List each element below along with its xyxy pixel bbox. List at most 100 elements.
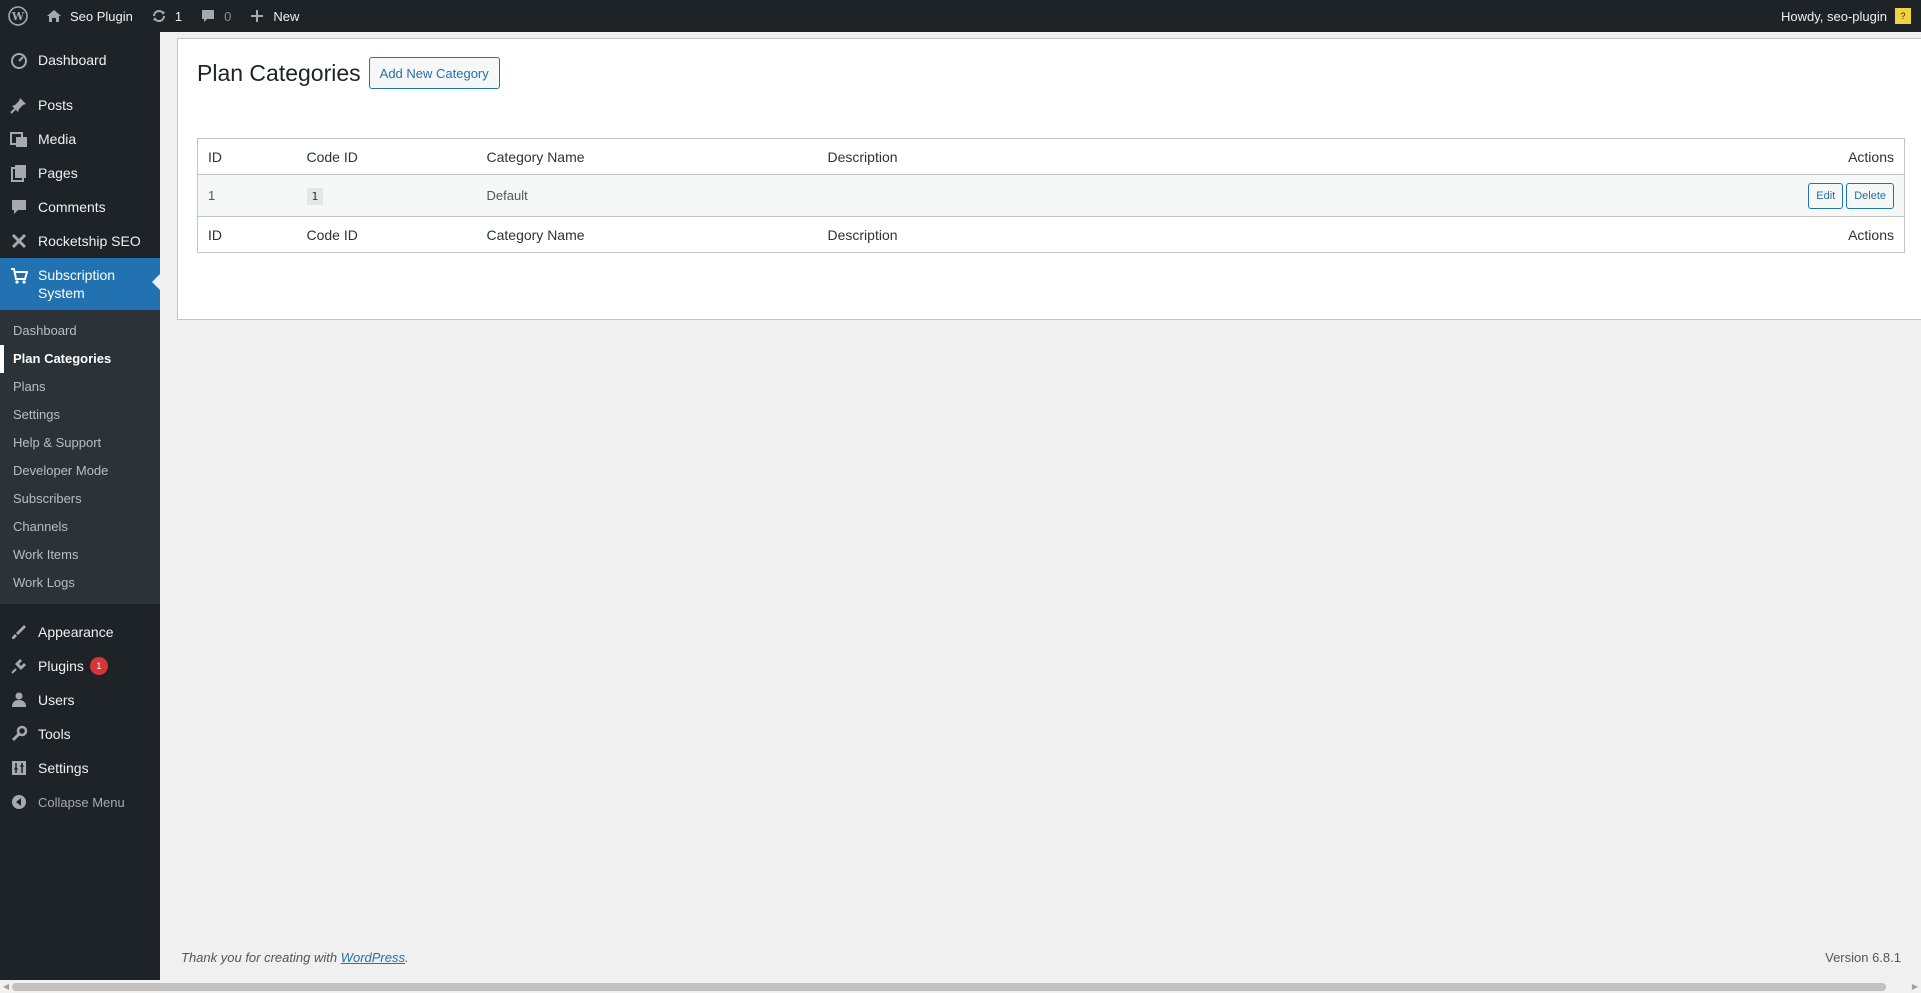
submenu-item-work-items[interactable]: Work Items (0, 541, 160, 569)
sidebar-item-label: Subscription System (38, 267, 116, 301)
wordpress-logo-icon[interactable]: W (0, 0, 36, 32)
cell-code-id: 1 (296, 174, 477, 217)
collapse-arrow-icon (9, 792, 29, 812)
code-id-value: 1 (306, 188, 324, 205)
column-header-id[interactable]: ID (198, 139, 297, 175)
page-header: Plan Categories Add New Category (197, 57, 500, 89)
delete-button[interactable]: Delete (1846, 182, 1894, 209)
home-icon (44, 6, 64, 26)
new-content-link[interactable]: New (239, 0, 307, 32)
updates-count: 1 (174, 8, 183, 24)
cell-actions: Edit Delete (1308, 174, 1905, 217)
pages-icon (9, 163, 29, 183)
sidebar-item-tools[interactable]: Tools (0, 717, 160, 751)
media-icon (9, 129, 29, 149)
footer-thanks-suffix: . (405, 950, 409, 965)
column-header-category-name[interactable]: Category Name (477, 139, 818, 175)
tools-icon (9, 724, 29, 744)
sidebar-item-label: Comments (38, 199, 106, 215)
dashboard-icon (9, 50, 29, 70)
submenu-item-channels[interactable]: Channels (0, 513, 160, 541)
submenu-item-subscribers[interactable]: Subscribers (0, 485, 160, 513)
comments-link[interactable]: 0 (190, 0, 239, 32)
submenu-item-help-support[interactable]: Help & Support (0, 429, 160, 457)
main-content: Plan Categories Add New Category ID Code… (177, 38, 1921, 320)
column-footer-id[interactable]: ID (198, 217, 297, 253)
sidebar-item-users[interactable]: Users (0, 683, 160, 717)
column-footer-actions: Actions (1848, 226, 1894, 243)
submenu-item-plan-categories[interactable]: Plan Categories (0, 345, 160, 373)
version-label: Version 6.8.1 (1825, 950, 1901, 965)
add-new-category-button[interactable]: Add New Category (368, 57, 500, 89)
sidebar-item-posts[interactable]: Posts (0, 88, 160, 122)
avatar: ? (1895, 8, 1911, 24)
sidebar-item-subscription-system[interactable]: Subscription System (0, 258, 160, 310)
admin-sidebar: Dashboard Posts Media Pages Comments Roc… (0, 32, 160, 980)
collapse-menu-button[interactable]: Collapse Menu (0, 785, 160, 819)
pin-icon (9, 95, 29, 115)
scroll-left-arrow-icon[interactable]: ◀ (3, 982, 9, 991)
column-footer-description[interactable]: Description (818, 217, 1309, 253)
sidebar-item-media[interactable]: Media (0, 122, 160, 156)
users-icon (9, 690, 29, 710)
site-name: Seo Plugin (70, 8, 133, 24)
sidebar-item-label: Plugins (38, 658, 84, 674)
submenu-item-plans[interactable]: Plans (0, 373, 160, 401)
table-header-row: ID Code ID Category Name Description Act… (197, 139, 1905, 175)
scroll-right-arrow-icon[interactable]: ▶ (1912, 982, 1918, 991)
site-name-link[interactable]: Seo Plugin (36, 0, 141, 32)
submenu-item-settings[interactable]: Settings (0, 401, 160, 429)
sidebar-item-rocketship-seo[interactable]: Rocketship SEO (0, 224, 160, 258)
comment-bubble-icon (198, 6, 218, 26)
sidebar-item-label: Users (38, 692, 75, 708)
admin-footer: Thank you for creating with WordPress. V… (181, 950, 1901, 965)
subscription-submenu: Dashboard Plan Categories Plans Settings… (0, 310, 160, 604)
plus-icon (247, 6, 267, 26)
greeting: Howdy, seo-plugin (1781, 8, 1887, 24)
scrollbar-thumb[interactable] (12, 983, 1886, 991)
sidebar-item-appearance[interactable]: Appearance (0, 615, 160, 649)
sidebar-item-label: Pages (38, 165, 78, 181)
sidebar-item-dashboard[interactable]: Dashboard (0, 43, 160, 77)
svg-text:W: W (11, 10, 25, 23)
edit-button[interactable]: Edit (1808, 182, 1844, 209)
sidebar-item-comments[interactable]: Comments (0, 190, 160, 224)
plugins-icon (9, 656, 29, 676)
sidebar-item-plugins[interactable]: Plugins 1 (0, 649, 160, 683)
wordpress-link[interactable]: WordPress (341, 950, 405, 965)
column-header-description[interactable]: Description (818, 139, 1309, 175)
updates-link[interactable]: 1 (141, 0, 190, 32)
horizontal-scrollbar[interactable]: ◀ ▶ (0, 980, 1921, 993)
column-header-code-id[interactable]: Code ID (297, 139, 477, 175)
column-footer-code-id[interactable]: Code ID (297, 217, 477, 253)
submenu-item-dashboard[interactable]: Dashboard (0, 317, 160, 345)
submenu-item-work-logs[interactable]: Work Logs (0, 569, 160, 597)
rocket-icon (9, 231, 29, 251)
column-header-actions: Actions (1848, 148, 1894, 165)
new-label: New (273, 8, 300, 24)
sidebar-item-label: Rocketship SEO (38, 233, 141, 249)
plugins-update-badge: 1 (89, 657, 108, 675)
sidebar-item-pages[interactable]: Pages (0, 156, 160, 190)
settings-icon (9, 758, 29, 778)
table-footer-row: ID Code ID Category Name Description Act… (197, 216, 1905, 253)
column-footer-category-name[interactable]: Category Name (477, 217, 818, 253)
comments-count: 0 (224, 8, 232, 24)
sidebar-item-label: Dashboard (38, 52, 107, 68)
footer-thanks: Thank you for creating with WordPress. (181, 950, 409, 965)
sidebar-item-label: Posts (38, 97, 74, 113)
cart-icon (9, 266, 29, 286)
sidebar-item-settings[interactable]: Settings (0, 751, 160, 785)
cell-id: 1 (197, 174, 297, 217)
appearance-icon (9, 622, 29, 642)
cell-description (817, 174, 1309, 217)
account-menu[interactable]: Howdy, seo-plugin ? (1773, 0, 1921, 32)
sidebar-item-label: Tools (38, 726, 71, 742)
submenu-item-developer-mode[interactable]: Developer Mode (0, 457, 160, 485)
sidebar-item-label: Media (38, 131, 77, 147)
table-row: 1 1 Default Edit Delete (197, 174, 1905, 217)
sidebar-item-label: Settings (38, 760, 89, 776)
collapse-menu-label: Collapse Menu (38, 794, 125, 810)
sidebar-item-label: Appearance (38, 624, 114, 640)
admin-bar: W Seo Plugin 1 0 New Howdy, seo-plugin ? (0, 0, 1921, 32)
